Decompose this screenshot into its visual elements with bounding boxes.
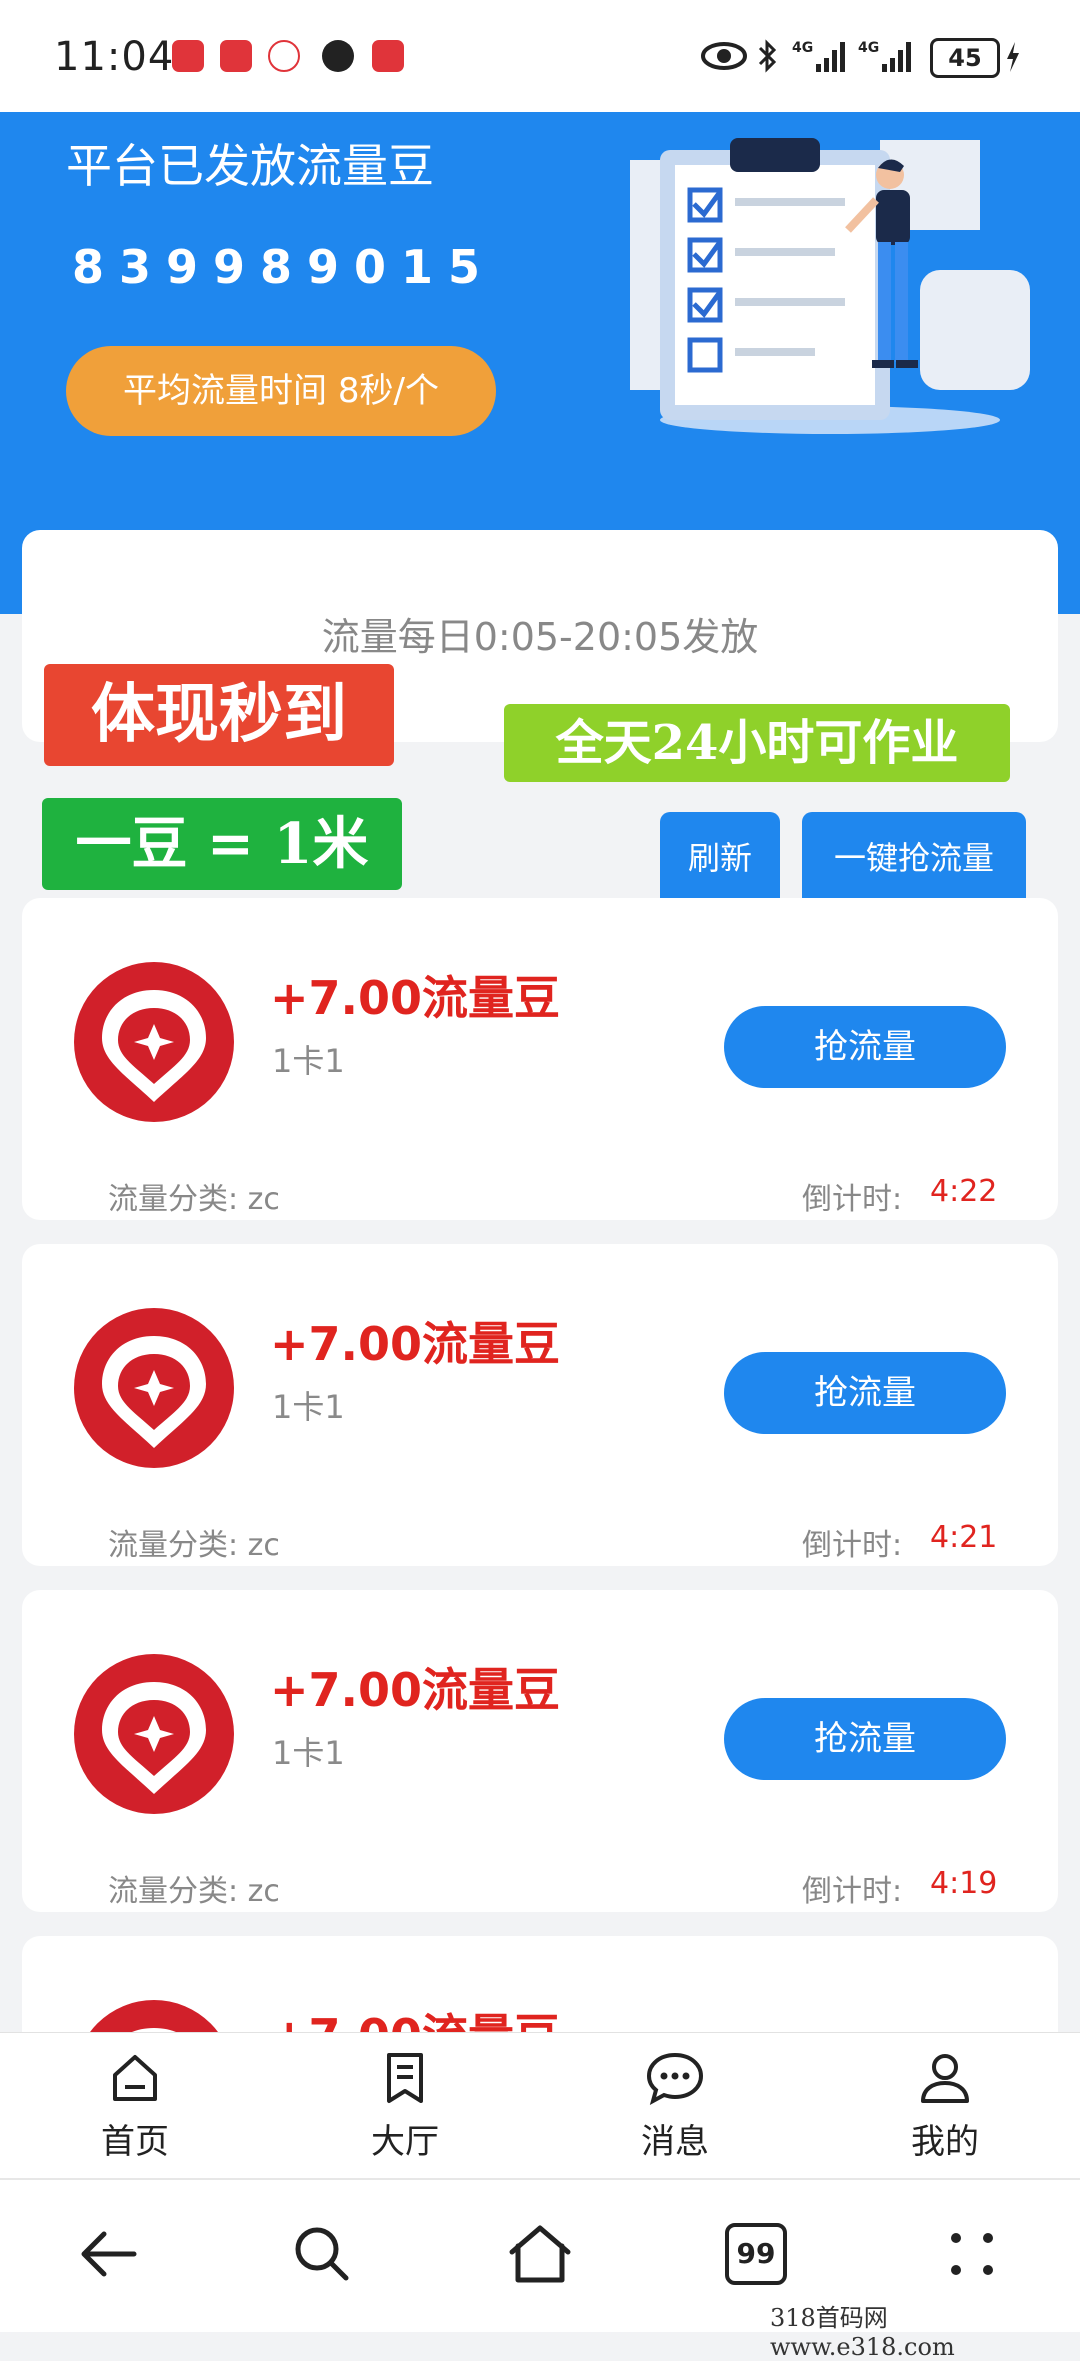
user-icon [855, 2046, 1035, 2108]
notification-app-icon [220, 40, 252, 72]
task-card[interactable]: +7.00流量豆 1卡1 抢流量 流量分类: zc 倒计时: 4:21 [22, 1244, 1058, 1566]
average-time-pill: 平均流量时间 8秒/个 [66, 346, 496, 436]
tab-home[interactable]: 首页 [45, 2046, 225, 2163]
task-logo-icon [74, 962, 234, 1122]
category-value: zc [247, 1528, 280, 1563]
bluetooth-icon [756, 36, 780, 76]
charging-icon [1004, 40, 1022, 78]
tab-mine[interactable]: 我的 [855, 2046, 1035, 2163]
grab-flow-button[interactable]: 抢流量 [724, 1006, 1006, 1088]
countdown-value: 4:19 [930, 1866, 998, 1901]
battery-indicator: 45 [930, 38, 1000, 78]
task-subtitle: 1卡1 [272, 1042, 345, 1080]
category-label: 流量分类: [108, 1874, 239, 1909]
grab-all-button[interactable]: 一键抢流量 [802, 812, 1026, 904]
home-icon [45, 2046, 225, 2108]
platform-issued-count: 839989015 [72, 240, 496, 294]
task-amount: +7.00流量豆 [270, 1663, 561, 1717]
notification-app-icon [172, 40, 204, 72]
tab-label: 大厅 [371, 2122, 439, 2162]
task-category: 流量分类: zc [108, 1520, 280, 1564]
notification-app-icon [372, 40, 404, 72]
category-value: zc [247, 1874, 280, 1909]
task-subtitle: 1卡1 [272, 1388, 345, 1426]
tabs-count: 99 [725, 2223, 787, 2285]
tab-messages[interactable]: 消息 [585, 2046, 765, 2163]
tab-label: 消息 [641, 2122, 709, 2162]
chat-icon [585, 2046, 765, 2108]
task-amount: +7.00流量豆 [270, 1317, 561, 1371]
category-value: zc [247, 1182, 280, 1217]
category-label: 流量分类: [108, 1182, 239, 1217]
category-label: 流量分类: [108, 1528, 239, 1563]
grab-flow-button[interactable]: 抢流量 [724, 1352, 1006, 1434]
notice-text: 流量每日0:05-20:05发放 [321, 615, 759, 659]
task-category: 流量分类: zc [108, 1866, 280, 1910]
tab-hall[interactable]: 大厅 [315, 2046, 495, 2163]
countdown-value: 4:22 [930, 1174, 998, 1209]
qq-icon [322, 40, 354, 72]
status-time: 11:04 [54, 34, 175, 80]
task-category: 流量分类: zc [108, 1174, 280, 1218]
task-logo-icon [74, 1308, 234, 1468]
tab-label: 首页 [101, 2122, 169, 2162]
eye-icon [700, 36, 748, 76]
task-card[interactable]: +7.00流量豆 1卡1 抢流量 流量分类: zc 倒计时: 4:19 [22, 1590, 1058, 1912]
search-icon[interactable] [282, 2214, 362, 2294]
task-logo-icon [74, 1654, 234, 1814]
svg-text:4G: 4G [792, 40, 813, 56]
signal-icon-2: 4G [858, 36, 914, 76]
back-arrow-icon[interactable] [68, 2214, 148, 2294]
promo-all-day-sticker: 全天24小时可作业 [504, 704, 1010, 782]
task-subtitle: 1卡1 [272, 1734, 345, 1772]
countdown-value: 4:21 [930, 1520, 998, 1555]
promo-withdraw-sticker: 体现秒到 [44, 664, 394, 766]
promo-rate-sticker: 一豆 = 1米 [42, 798, 402, 890]
weibo-icon [268, 40, 300, 72]
countdown-label: 倒计时: [802, 1528, 903, 1563]
bookmark-icon [315, 2046, 495, 2108]
refresh-button[interactable]: 刷新 [660, 812, 780, 904]
tab-label: 我的 [911, 2122, 979, 2162]
tabs-count-icon[interactable]: 99 [716, 2214, 796, 2294]
countdown-label: 倒计时: [802, 1874, 903, 1909]
svg-text:4G: 4G [858, 40, 879, 56]
more-menu-icon[interactable] [932, 2214, 1012, 2294]
task-amount: +7.00流量豆 [270, 971, 561, 1025]
home-nav-icon[interactable] [500, 2214, 580, 2294]
task-card[interactable]: +7.00流量豆 1卡1 抢流量 流量分类: zc 倒计时: 4:22 [22, 898, 1058, 1220]
platform-issued-label: 平台已发放流量豆 [66, 139, 434, 193]
countdown-label: 倒计时: [802, 1182, 903, 1217]
grab-flow-button[interactable]: 抢流量 [724, 1698, 1006, 1780]
checklist-illustration [620, 120, 1040, 444]
signal-icon-1: 4G [792, 36, 848, 76]
